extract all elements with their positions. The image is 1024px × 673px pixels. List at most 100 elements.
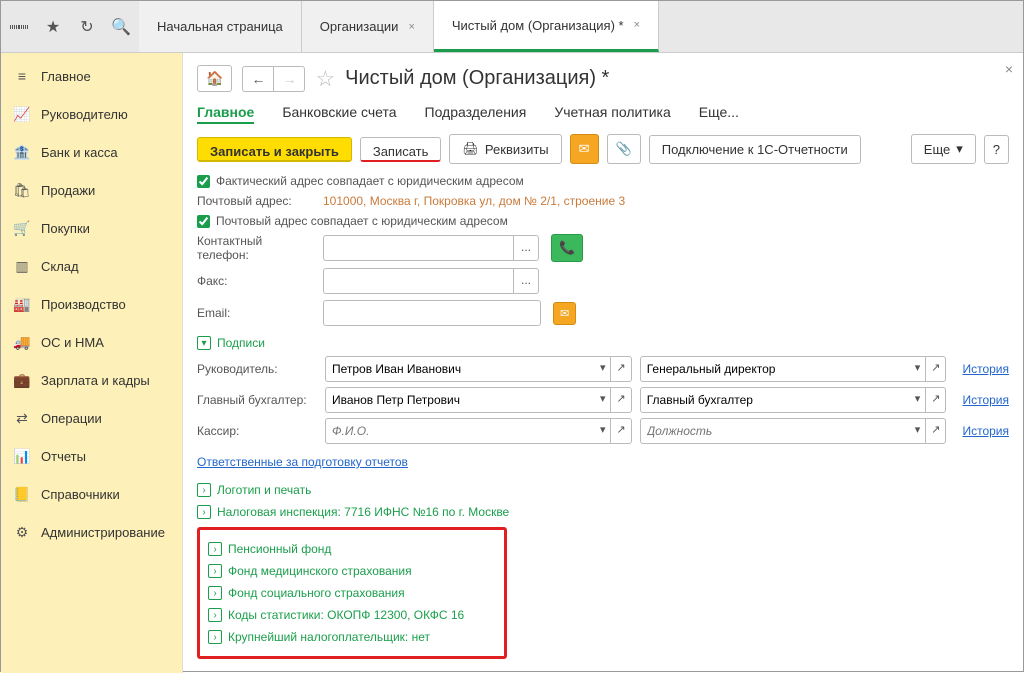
expander-stat[interactable]: ›Коды статистики: ОКОПФ 12300, ОКФС 16 [208, 608, 496, 622]
dropdown-button[interactable]: ▾ [910, 387, 927, 413]
acc-input[interactable] [325, 387, 595, 413]
dropdown-button[interactable]: ▾ [595, 356, 612, 382]
subtab-departments[interactable]: Подразделения [425, 104, 527, 124]
dropdown-button[interactable]: ▾ [595, 387, 612, 413]
button-label: Реквизиты [485, 142, 549, 157]
signs-expander[interactable]: ▾Подписи [197, 336, 1009, 350]
sidebar-item-manager[interactable]: 📈Руководителю [1, 95, 182, 133]
fax-input[interactable] [323, 268, 513, 294]
fact-address-checkbox[interactable] [197, 175, 210, 188]
history-link[interactable]: История [962, 362, 1009, 376]
expander-fms[interactable]: ›Фонд медицинского страхования [208, 564, 496, 578]
chevron-right-icon: › [208, 564, 222, 578]
field-label: Почтовый адрес: [197, 194, 317, 208]
home-button[interactable]: 🏠 [197, 65, 232, 92]
sidebar-item-catalogs[interactable]: 📒Справочники [1, 475, 182, 513]
dropdown-button[interactable]: ▾ [910, 356, 927, 382]
save-button[interactable]: Записать [360, 137, 442, 162]
tab-organizations[interactable]: Организации× [302, 1, 434, 52]
sidebar-item-label: Отчеты [41, 449, 86, 464]
field-label: Руководитель: [197, 362, 317, 376]
picker-button[interactable]: ... [513, 235, 539, 261]
sidebar-item-bank[interactable]: 🏦Банк и касса [1, 133, 182, 171]
expander-label: Налоговая инспекция: 7716 ИФНС №16 по г.… [217, 505, 509, 519]
open-button[interactable]: ↗ [926, 387, 946, 413]
more-button[interactable]: Еще ▾ [911, 134, 976, 164]
sidebar-item-label: Зарплата и кадры [41, 373, 150, 388]
mail-button[interactable]: ✉ [570, 134, 599, 164]
search-icon[interactable]: 🔍 [111, 17, 131, 37]
bag-icon: 🛍 [13, 181, 31, 199]
bank-icon: 🏦 [13, 143, 31, 161]
sidebar-item-operations[interactable]: ⇄Операции [1, 399, 182, 437]
expander-label: Фонд социального страхования [228, 586, 405, 600]
check-label: Фактический адрес совпадает с юридически… [216, 174, 524, 188]
star-icon[interactable]: ★ [43, 17, 63, 37]
subtab-policy[interactable]: Учетная политика [554, 104, 670, 124]
props-button[interactable]: 🖨Реквизиты [449, 134, 561, 164]
attach-button[interactable]: 📎 [607, 134, 641, 164]
expander-tax[interactable]: ›Налоговая инспекция: 7716 ИФНС №16 по г… [197, 505, 1009, 519]
toolbar: Записать и закрыть Записать 🖨Реквизиты ✉… [197, 134, 1009, 164]
sidebar-item-sales[interactable]: 🛍 Продажи [1, 171, 182, 209]
expander-logo[interactable]: ›Логотип и печать [197, 483, 1009, 497]
picker-button[interactable]: ... [513, 268, 539, 294]
history-link[interactable]: История [962, 424, 1009, 438]
field-label: Контактный телефон: [197, 234, 317, 262]
call-button[interactable]: 📞 [551, 234, 583, 262]
history-icon[interactable]: ↻ [77, 17, 97, 37]
email-input[interactable] [323, 300, 541, 326]
back-button[interactable]: ← [242, 66, 273, 92]
subtab-more[interactable]: Еще... [699, 104, 739, 124]
history-link[interactable]: История [962, 393, 1009, 407]
acc-post-input[interactable] [640, 387, 910, 413]
sidebar-item-production[interactable]: 🏭Производство [1, 285, 182, 323]
dropdown-button[interactable]: ▾ [595, 418, 612, 444]
send-mail-button[interactable]: ✉ [553, 302, 576, 325]
sidebar-item-label: Продажи [41, 183, 95, 198]
sidebar-item-reports[interactable]: 📊Отчеты [1, 437, 182, 475]
sidebar-item-hr[interactable]: 💼Зарплата и кадры [1, 361, 182, 399]
open-button[interactable]: ↗ [926, 356, 946, 382]
sidebar-item-warehouse[interactable]: ▥Склад [1, 247, 182, 285]
close-icon[interactable]: × [634, 19, 640, 31]
subtab-accounts[interactable]: Банковские счета [282, 104, 396, 124]
sidebar-item-label: Администрирование [41, 525, 165, 540]
phone-row: Контактный телефон: ... 📞 [197, 234, 1009, 262]
sidebar-item-main[interactable]: ≡Главное [1, 57, 182, 95]
open-button[interactable]: ↗ [611, 418, 631, 444]
expander-fss[interactable]: ›Фонд социального страхования [208, 586, 496, 600]
apps-icon[interactable] [9, 17, 29, 37]
sidebar-item-purchases[interactable]: 🛒Покупки [1, 209, 182, 247]
factory-icon: 🏭 [13, 295, 31, 313]
tab-start[interactable]: Начальная страница [139, 1, 302, 52]
phone-input[interactable] [323, 235, 513, 261]
favorite-icon[interactable]: ☆ [315, 66, 335, 92]
post-address-checkbox[interactable] [197, 215, 210, 228]
post-address-link[interactable]: 101000, Москва г, Покровка ул, дом № 2/1… [323, 194, 625, 208]
cash-input[interactable] [325, 418, 595, 444]
head-post-input[interactable] [640, 356, 910, 382]
connect-button[interactable]: Подключение к 1С-Отчетности [649, 135, 861, 164]
header-row: 🏠 ← → ☆ Чистый дом (Организация) * [197, 65, 1009, 92]
sidebar-item-admin[interactable]: ⚙Администрирование [1, 513, 182, 551]
book-icon: 📒 [13, 485, 31, 503]
dropdown-button[interactable]: ▾ [910, 418, 927, 444]
forward-button[interactable]: → [273, 66, 305, 92]
tab-organization-detail[interactable]: Чистый дом (Организация) *× [434, 1, 659, 52]
subtab-main[interactable]: Главное [197, 104, 254, 124]
sidebar-item-assets[interactable]: 🚚ОС и НМА [1, 323, 182, 361]
head-input[interactable] [325, 356, 595, 382]
responsible-link[interactable]: Ответственные за подготовку отчетов [197, 455, 408, 469]
open-button[interactable]: ↗ [611, 356, 631, 382]
open-button[interactable]: ↗ [611, 387, 631, 413]
close-icon[interactable]: × [408, 21, 414, 33]
help-button[interactable]: ? [984, 135, 1009, 164]
subtabs: Главное Банковские счета Подразделения У… [197, 104, 1009, 124]
close-panel-icon[interactable]: × [1005, 61, 1013, 77]
save-close-button[interactable]: Записать и закрыть [197, 137, 352, 162]
expander-big[interactable]: ›Крупнейший налогоплательщик: нет [208, 630, 496, 644]
open-button[interactable]: ↗ [926, 418, 946, 444]
cash-post-input[interactable] [640, 418, 910, 444]
expander-pfr[interactable]: ›Пенсионный фонд [208, 542, 496, 556]
